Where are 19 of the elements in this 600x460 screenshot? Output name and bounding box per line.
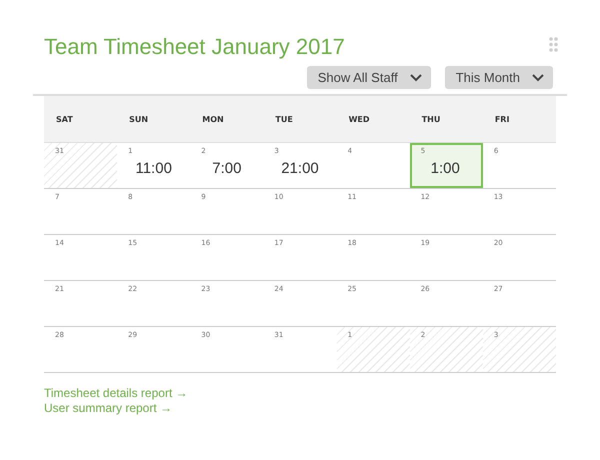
weekday-header: WED (348, 114, 370, 124)
chevron-down-icon (410, 74, 422, 82)
hours-total: 1:00 (430, 160, 461, 177)
dropdown-button[interactable]: This Month (444, 66, 553, 89)
report-link[interactable]: Timesheet details report → (44, 386, 188, 400)
chevron-down-icon (532, 74, 544, 82)
hours-total: 7:00 (212, 160, 242, 177)
weekday-header: THU (420, 114, 442, 124)
weekday-header: SAT (55, 114, 74, 124)
report-link[interactable]: User summary report → (44, 401, 172, 415)
weekday-header: SUN (128, 114, 150, 124)
weekday-header: TUE (274, 114, 294, 124)
hours-total: 11:00 (135, 160, 173, 177)
weekday-header: MON (201, 114, 225, 124)
dropdown-button[interactable]: Show All Staff (306, 66, 431, 89)
weekday-header: FRI (494, 114, 510, 124)
drag-handle-icon[interactable] (549, 37, 558, 52)
hours-total: 21:00 (281, 160, 320, 177)
page-title: Team Timesheet January 2017 (44, 34, 345, 60)
